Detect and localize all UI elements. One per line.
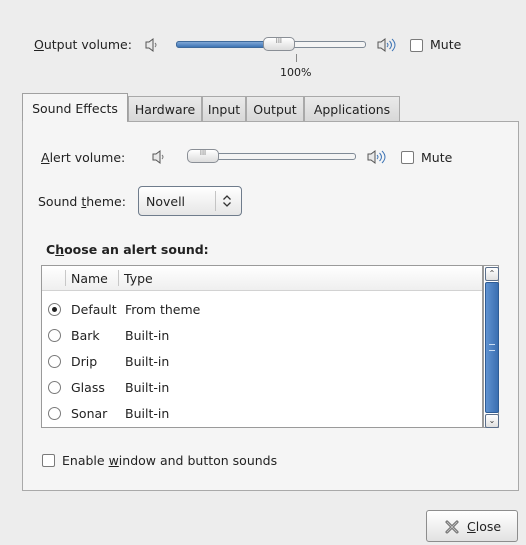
alert-mute-label[interactable]: Mute xyxy=(421,150,452,165)
sound-name: Glass xyxy=(71,380,105,395)
scroll-up-button[interactable]: ⌃ xyxy=(485,267,499,281)
speaker-high-icon[interactable] xyxy=(376,37,398,53)
scrollbar-thumb[interactable] xyxy=(485,282,499,413)
close-button[interactable]: Close xyxy=(426,510,518,542)
close-x-icon xyxy=(445,520,459,534)
list-item[interactable]: Glass Built-in xyxy=(42,376,482,402)
sound-name: Bark xyxy=(71,328,100,343)
list-header: Name Type xyxy=(42,266,482,291)
output-mute-label[interactable]: Mute xyxy=(430,37,461,52)
column-header-name[interactable]: Name xyxy=(71,271,108,286)
output-volume-thumb[interactable] xyxy=(262,37,295,51)
alert-volume-thumb[interactable] xyxy=(187,149,219,163)
sound-name: Drip xyxy=(71,354,98,369)
output-mute-checkbox[interactable] xyxy=(410,39,423,52)
grip-icon xyxy=(489,344,495,351)
speaker-high-icon[interactable] xyxy=(366,149,388,165)
sound-name: Sonar xyxy=(71,406,108,421)
enable-sounds-checkbox[interactable] xyxy=(42,454,55,467)
header-separator xyxy=(65,270,66,286)
sound-radio[interactable] xyxy=(48,381,61,394)
list-item[interactable]: Drip Built-in xyxy=(42,350,482,376)
enable-sounds-label[interactable]: Enable window and button sounds xyxy=(62,453,277,468)
sound-type: From theme xyxy=(125,302,201,317)
sound-theme-combo[interactable]: Novell xyxy=(138,186,242,216)
header-separator xyxy=(118,270,119,286)
list-item[interactable]: Bark Built-in xyxy=(42,324,482,350)
tab-sound-effects[interactable]: Sound Effects xyxy=(22,93,128,122)
column-header-type[interactable]: Type xyxy=(124,271,153,286)
output-volume-percent: 100% xyxy=(280,66,312,79)
tab-applications[interactable]: Applications xyxy=(304,96,400,122)
choose-alert-sound-heading: Choose an alert sound: xyxy=(46,242,209,257)
output-volume-tick xyxy=(296,54,297,62)
sound-type: Built-in xyxy=(125,380,170,395)
close-button-label: Close xyxy=(467,519,502,534)
list-item[interactable]: Default From theme xyxy=(42,298,482,324)
alert-sound-list[interactable]: Name Type Default From theme Bark Built-… xyxy=(41,265,483,428)
output-volume-label: Output volume: xyxy=(34,37,132,52)
speaker-low-icon[interactable] xyxy=(151,149,167,165)
output-volume-fill xyxy=(176,41,269,48)
sound-type: Built-in xyxy=(125,328,170,343)
sound-theme-label: Sound theme: xyxy=(38,194,126,209)
sound-type: Built-in xyxy=(125,354,170,369)
combo-separator xyxy=(215,191,216,211)
sound-radio[interactable] xyxy=(48,329,61,342)
scroll-down-button[interactable]: ⌄ xyxy=(485,414,499,428)
list-item[interactable]: Sonar Built-in xyxy=(42,402,482,428)
speaker-low-icon[interactable] xyxy=(144,37,160,53)
alert-volume-label: Alert volume: xyxy=(41,150,126,165)
tab-output[interactable]: Output xyxy=(246,96,304,122)
tab-join xyxy=(23,119,127,123)
sound-radio[interactable] xyxy=(48,303,61,316)
sound-radio[interactable] xyxy=(48,355,61,368)
combo-arrows-icon xyxy=(223,195,231,207)
sound-type: Built-in xyxy=(125,406,170,421)
sound-theme-value: Novell xyxy=(146,194,186,209)
sound-name: Default xyxy=(71,302,117,317)
alert-mute-checkbox[interactable] xyxy=(401,151,414,164)
tab-hardware[interactable]: Hardware xyxy=(128,96,202,122)
list-scrollbar[interactable]: ⌃ ⌄ xyxy=(483,265,499,428)
sound-radio[interactable] xyxy=(48,407,61,420)
tab-input[interactable]: Input xyxy=(202,96,246,122)
